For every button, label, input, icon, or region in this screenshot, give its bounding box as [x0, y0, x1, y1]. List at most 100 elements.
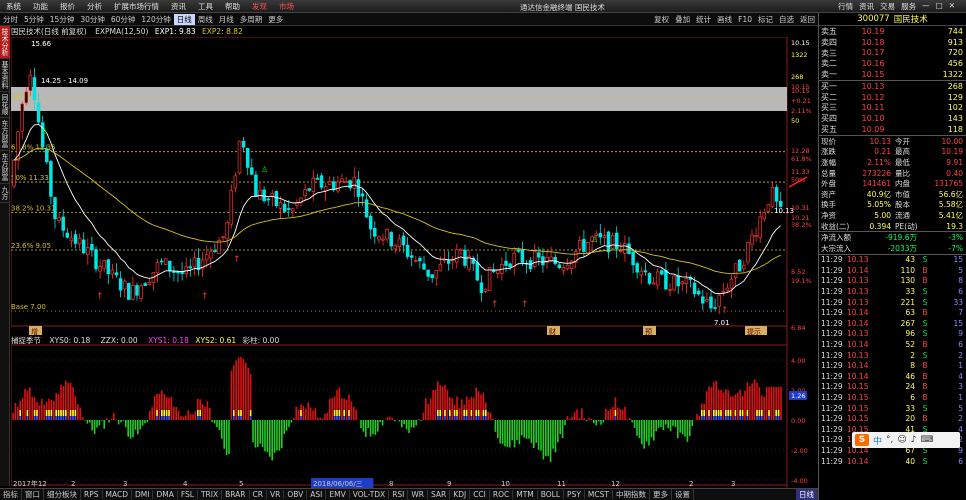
menu-item[interactable]: 帮助	[219, 1, 246, 12]
indicator-tab[interactable]: KDJ	[450, 490, 471, 499]
close-icon[interactable]: ✕	[946, 1, 958, 12]
left-tab[interactable]: 九方	[0, 184, 10, 203]
tick-volume: 267	[900, 318, 915, 328]
indicator-tab[interactable]: BOLL	[538, 490, 565, 499]
candle-body	[504, 260, 508, 266]
indicator-tab[interactable]: 指标	[0, 489, 22, 500]
period-tab[interactable]: 分时	[0, 14, 21, 25]
ime-emoji-icon[interactable]: ☺	[897, 435, 906, 445]
period-tab[interactable]: 日线	[173, 13, 195, 25]
tick-time: 11:29	[821, 340, 843, 350]
indicator-tab[interactable]: SAR	[428, 490, 451, 499]
toolbar-button[interactable]: 统计	[693, 14, 714, 25]
menu-item[interactable]: 功能	[27, 1, 54, 12]
period-tab[interactable]: 15分钟	[47, 14, 78, 25]
stat-row: 换手 5.05% 股本 5.58亿	[819, 200, 966, 211]
right-menu-item[interactable]: 行情	[835, 1, 856, 12]
indicator-tab[interactable]: MACD	[103, 490, 132, 499]
period-tab[interactable]: 30分钟	[77, 14, 108, 25]
left-tab[interactable]: 技术分析	[0, 26, 10, 59]
period-indicator[interactable]: 日线	[796, 489, 818, 500]
indicator-tab[interactable]: 设置	[672, 489, 694, 500]
indicator-tab[interactable]: CR	[250, 490, 267, 499]
indicator-tab[interactable]: 更多	[650, 489, 672, 500]
indicator-tab[interactable]: DMI	[132, 490, 154, 499]
menu-item[interactable]: 资讯	[165, 1, 192, 12]
candle-body	[627, 243, 631, 254]
indicator-tab[interactable]: DMA	[153, 490, 178, 499]
period-tab[interactable]: 月线	[216, 14, 237, 25]
right-menu-item[interactable]: 资讯	[856, 1, 877, 12]
order-price: 10.18	[861, 37, 885, 47]
indicator-tab[interactable]: RSI	[389, 490, 409, 499]
menu-item[interactable]: 系统	[0, 1, 27, 12]
indicator-tab[interactable]: ASI	[307, 490, 327, 499]
indicator-tab[interactable]: 细分板块	[44, 489, 81, 500]
indicator-tab[interactable]: VR	[267, 490, 285, 499]
ime-punct-icon[interactable]: °,	[886, 435, 893, 445]
left-tab[interactable]: 东方财富	[0, 118, 10, 151]
toolbar-button[interactable]: 标记	[755, 14, 776, 25]
indicator-tab[interactable]: ROC	[490, 490, 514, 499]
indicator-tab[interactable]: WR	[408, 490, 429, 499]
chart-area[interactable]: 61.8% 12.3550% 11.3338.2% 10.3123.6% 9.0…	[11, 37, 818, 488]
indicator-tab[interactable]: VOL-TDX	[350, 490, 390, 499]
toolbar-button[interactable]: 叠加	[672, 14, 693, 25]
indicator-colour-column	[470, 416, 473, 420]
candle-body	[422, 263, 426, 270]
tick-volume: 33	[905, 287, 915, 297]
tick-price: 10.15	[847, 382, 869, 392]
indicator-tab[interactable]: EMV	[326, 490, 350, 499]
menu-item-highlight[interactable]: 发现	[246, 1, 273, 12]
sogou-ime-icon[interactable]: S	[855, 434, 869, 446]
tick-side: B	[922, 393, 928, 403]
menu-item[interactable]: 工具	[192, 1, 219, 12]
indicator-tab[interactable]: FSL	[178, 490, 198, 499]
indicator-tab[interactable]: MTM	[513, 490, 538, 499]
period-tab[interactable]: 周线	[195, 14, 216, 25]
maximize-icon[interactable]: □	[933, 1, 946, 12]
tick-count: 6	[958, 340, 963, 350]
toolbar-button[interactable]: 复权	[651, 14, 672, 25]
indicator-tab[interactable]: OBV	[284, 490, 308, 499]
toolbar-button[interactable]: 返回	[797, 14, 818, 25]
menu-item-highlight[interactable]: 市场	[273, 1, 300, 12]
period-tab[interactable]: 多周期	[237, 14, 266, 25]
indicator-tab[interactable]: CCI	[470, 490, 490, 499]
tick-price: 10.13	[847, 287, 869, 297]
ime-keyboard-icon[interactable]: ⌨	[921, 435, 934, 445]
indicator-tab[interactable]: TRIX	[198, 490, 223, 499]
tick-price: 10.13	[847, 255, 869, 265]
minimize-icon[interactable]: —	[919, 1, 933, 12]
indicator-tab[interactable]: RPS	[81, 490, 103, 499]
period-tab[interactable]: 60分钟	[108, 14, 139, 25]
indicator-tab[interactable]: 中期指数	[613, 489, 650, 500]
sogou-ime-bar[interactable]: S 中 °, ☺ ♪ ⌨	[852, 432, 960, 448]
menu-item[interactable]: 分析	[81, 1, 108, 12]
indicator-colour-column	[60, 416, 62, 420]
tick-row: 11:29 10.15 6 B 1	[819, 392, 966, 403]
left-tab[interactable]: 基本资料	[0, 59, 10, 92]
left-tab[interactable]: 东方财富	[0, 151, 10, 184]
toolbar-button[interactable]: 自选	[776, 14, 797, 25]
indicator-tab[interactable]: MCST	[585, 490, 613, 499]
period-tab[interactable]: 5分钟	[21, 14, 47, 25]
indicator-tab[interactable]: BRAR	[222, 490, 250, 499]
right-menu-item[interactable]: 交易	[877, 1, 898, 12]
indicator-colour-column	[453, 410, 456, 416]
menu-item[interactable]: 扩展市场行情	[108, 1, 165, 12]
ime-lang-icon[interactable]: 中	[873, 434, 882, 447]
left-tab[interactable]: 同花顺	[0, 92, 10, 118]
candle-body	[520, 249, 525, 263]
indicator-tab[interactable]: PSY	[564, 490, 585, 499]
order-row-buy: 买五 10.09 118	[819, 124, 966, 135]
toolbar-button[interactable]: F10	[735, 15, 755, 24]
period-tab[interactable]: 120分钟	[138, 14, 173, 25]
candle-body	[647, 273, 652, 284]
indicator-tab[interactable]: 窗口	[22, 489, 44, 500]
right-menu-item[interactable]: 服务	[898, 1, 919, 12]
toolbar-button[interactable]: 画线	[714, 14, 735, 25]
menu-item[interactable]: 报价	[54, 1, 81, 12]
ime-mic-icon[interactable]: ♪	[911, 435, 917, 445]
period-tab[interactable]: 更多	[265, 14, 286, 25]
